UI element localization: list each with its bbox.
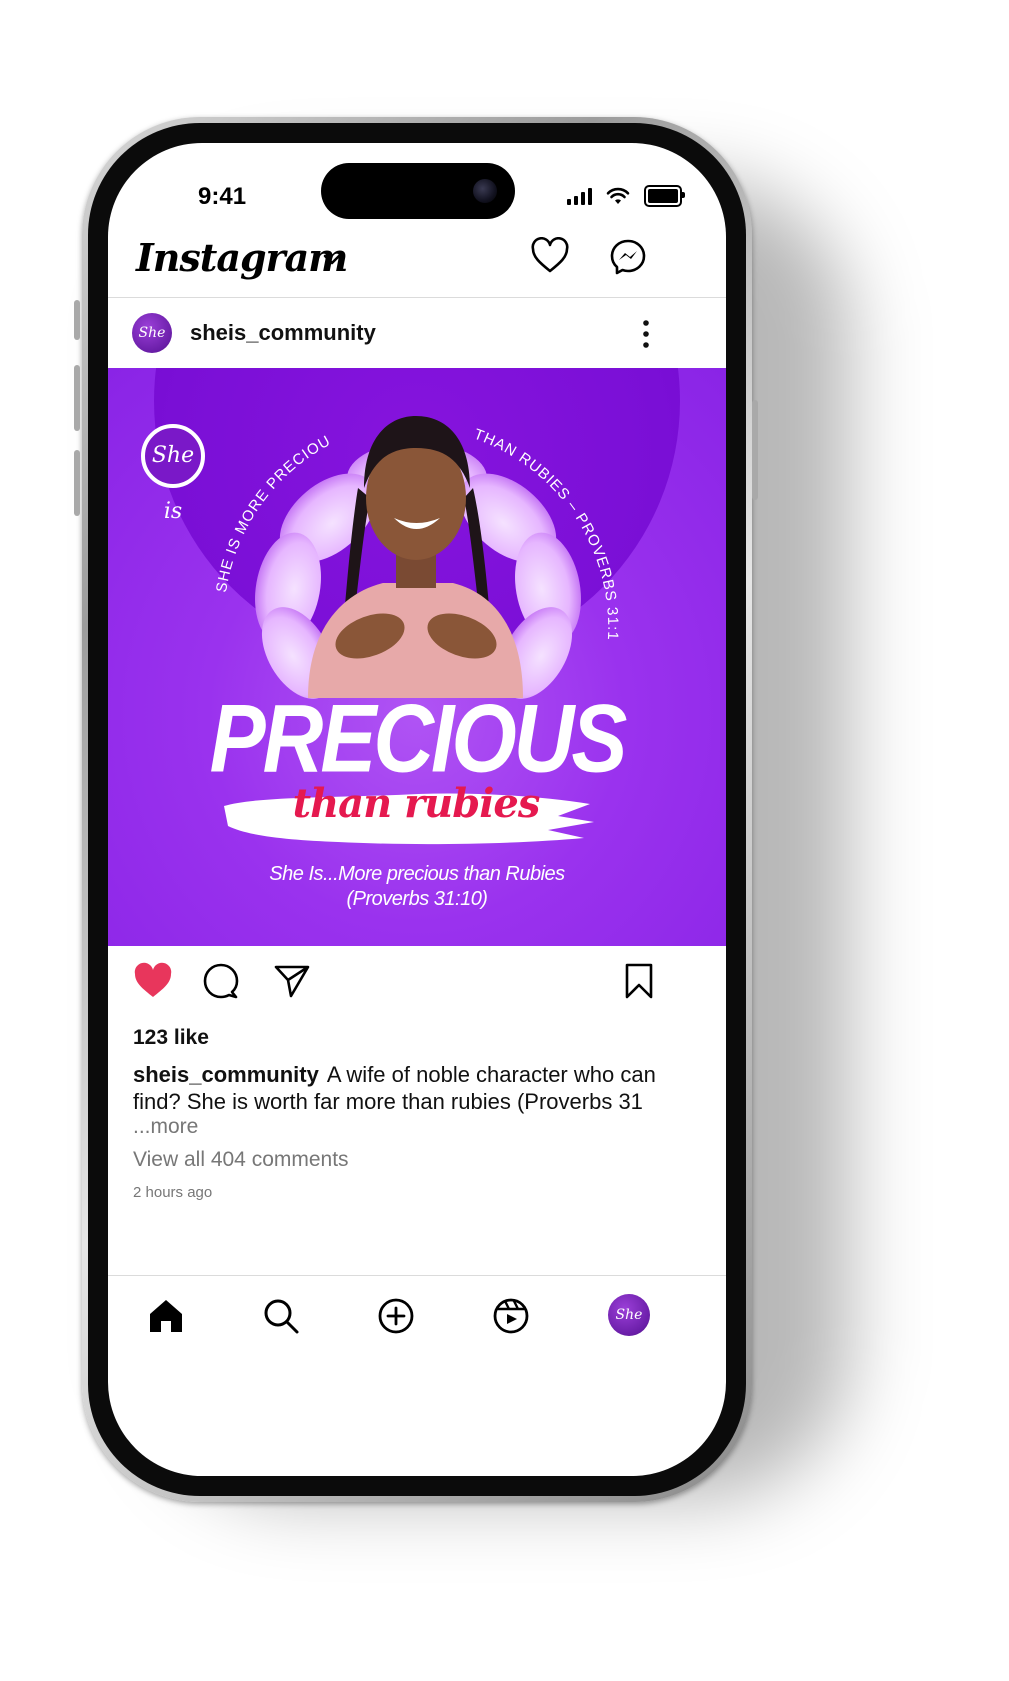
instagram-logo[interactable]: Instagram [136, 235, 348, 280]
image-caption-line2: (Proverbs 31:10) [346, 888, 488, 910]
messenger-icon[interactable] [608, 237, 648, 277]
post-image[interactable]: She is SHE IS MORE PRECIOUS THAN RUBIES … [108, 368, 726, 946]
volume-down-button [74, 450, 80, 516]
app-header: Instagram [108, 223, 726, 298]
bottom-nav: She is [108, 1275, 726, 1366]
post-username[interactable]: sheis_community [190, 320, 376, 346]
share-icon[interactable] [273, 962, 311, 1000]
post-actions [108, 946, 726, 1016]
create-icon[interactable] [376, 1296, 416, 1336]
more-options-icon[interactable] [640, 318, 652, 350]
woman-figure [308, 416, 523, 698]
status-time: 9:41 [198, 183, 247, 210]
wifi-icon [606, 187, 630, 204]
home-icon[interactable] [146, 1296, 186, 1336]
post-header: She is sheis_community [108, 298, 726, 381]
post-avatar[interactable]: She is [132, 313, 172, 381]
chevron-down-icon[interactable] [322, 253, 342, 267]
search-icon[interactable] [261, 1296, 301, 1336]
heart-icon[interactable] [530, 237, 570, 275]
battery-icon [644, 185, 685, 207]
battery-fill [648, 189, 678, 203]
front-camera [473, 179, 497, 203]
power-button [752, 400, 758, 500]
bookmark-icon[interactable] [622, 962, 656, 1000]
heart-filled-icon[interactable] [132, 962, 174, 1000]
phone-screen: 9:41 Instagram She is sheis_com [108, 143, 726, 1476]
signal-icon [567, 187, 592, 205]
caption-username[interactable]: sheis_community [133, 1062, 319, 1087]
subheadline-text: than rubies [292, 780, 541, 827]
dynamic-island [321, 163, 515, 219]
portrait-illustration [255, 416, 581, 699]
image-caption-line1: She Is...More precious than Rubies [269, 863, 565, 885]
post-caption: sheis_community A wife of noble character… [133, 1061, 673, 1115]
post-timestamp: 2 hours ago [133, 1184, 213, 1201]
reels-icon[interactable] [491, 1296, 531, 1336]
comment-icon[interactable] [202, 962, 240, 1000]
caption-more-link[interactable]: ...more [133, 1115, 198, 1139]
status-icons [567, 183, 685, 209]
like-count[interactable]: 123 like [133, 1026, 209, 1050]
action-button [74, 300, 80, 340]
profile-avatar[interactable]: She is [608, 1294, 650, 1365]
volume-up-button [74, 365, 80, 431]
view-comments-link[interactable]: View all 404 comments [133, 1148, 349, 1172]
